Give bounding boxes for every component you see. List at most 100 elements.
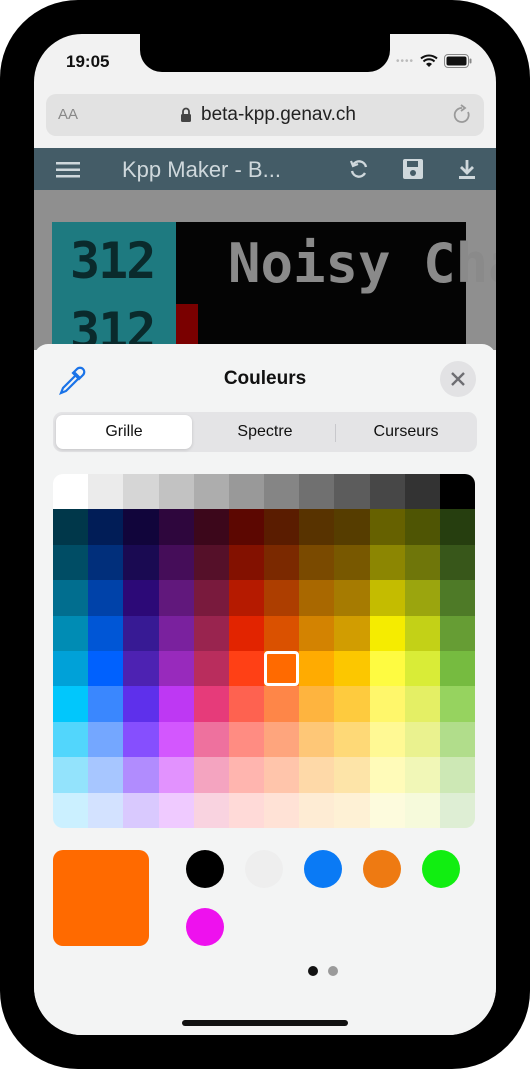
save-icon[interactable] <box>402 158 424 180</box>
color-cell[interactable] <box>439 509 475 546</box>
color-cell[interactable] <box>88 686 124 723</box>
color-cell[interactable] <box>88 651 124 687</box>
color-cell[interactable] <box>158 580 195 617</box>
color-cell[interactable] <box>193 580 230 617</box>
color-cell[interactable] <box>369 474 406 510</box>
color-cell[interactable] <box>439 474 475 510</box>
reader-aa-button[interactable]: AA <box>58 106 78 123</box>
color-cell[interactable] <box>158 651 195 687</box>
color-cell[interactable] <box>334 509 370 546</box>
color-cell[interactable] <box>299 509 335 546</box>
color-cell[interactable] <box>334 721 370 758</box>
color-cell[interactable] <box>123 544 159 581</box>
url-text[interactable]: beta-kpp.genav.ch <box>201 104 356 126</box>
color-cell[interactable] <box>123 580 159 617</box>
color-cell[interactable] <box>264 686 300 723</box>
color-cell[interactable] <box>334 544 370 581</box>
color-cell[interactable] <box>88 509 124 546</box>
tab-curseurs[interactable]: Curseurs <box>338 415 474 449</box>
color-cell[interactable] <box>404 474 441 510</box>
saved-color-swatch[interactable] <box>363 850 401 888</box>
color-cell[interactable] <box>158 757 195 794</box>
color-cell[interactable] <box>228 580 265 617</box>
color-cell[interactable] <box>334 686 370 723</box>
color-cell[interactable] <box>404 757 441 794</box>
color-cell[interactable] <box>439 651 475 687</box>
color-cell[interactable] <box>123 651 159 687</box>
color-cell[interactable] <box>369 509 406 546</box>
color-cell[interactable] <box>53 474 89 510</box>
color-cell[interactable] <box>404 509 441 546</box>
color-cell[interactable] <box>299 615 335 652</box>
color-cell[interactable] <box>264 580 300 617</box>
color-cell[interactable] <box>123 474 159 510</box>
color-cell[interactable] <box>88 721 124 758</box>
color-cell[interactable] <box>123 757 159 794</box>
color-cell[interactable] <box>369 615 406 652</box>
menu-icon[interactable] <box>56 162 80 178</box>
color-cell[interactable] <box>193 686 230 723</box>
color-cell[interactable] <box>158 615 195 652</box>
color-cell[interactable] <box>439 792 475 828</box>
color-cell[interactable] <box>228 792 265 828</box>
download-icon[interactable] <box>456 158 478 180</box>
color-cell[interactable] <box>264 615 300 652</box>
color-cell[interactable] <box>334 757 370 794</box>
saved-color-swatch[interactable] <box>186 908 224 946</box>
color-cell[interactable] <box>334 792 370 828</box>
color-cell[interactable] <box>193 509 230 546</box>
color-cell[interactable] <box>299 544 335 581</box>
color-cell[interactable] <box>228 721 265 758</box>
color-cell[interactable] <box>299 580 335 617</box>
color-cell[interactable] <box>88 615 124 652</box>
color-cell[interactable] <box>299 651 335 687</box>
color-cell[interactable] <box>53 651 89 687</box>
reload-icon[interactable] <box>452 104 472 126</box>
color-cell[interactable] <box>158 544 195 581</box>
color-cell[interactable] <box>53 615 89 652</box>
color-cell[interactable] <box>369 686 406 723</box>
color-cell[interactable] <box>334 474 370 510</box>
saved-color-swatch[interactable] <box>245 850 283 888</box>
color-cell[interactable] <box>193 757 230 794</box>
color-cell[interactable] <box>53 580 89 617</box>
color-cell[interactable] <box>123 509 159 546</box>
color-cell[interactable] <box>53 757 89 794</box>
color-cell[interactable] <box>88 474 124 510</box>
color-cell[interactable] <box>264 721 300 758</box>
color-cell[interactable] <box>439 686 475 723</box>
color-cell[interactable] <box>334 651 370 687</box>
color-cell[interactable] <box>228 474 265 510</box>
color-cell[interactable] <box>228 544 265 581</box>
color-cell[interactable] <box>264 757 300 794</box>
saved-color-swatch[interactable] <box>186 850 224 888</box>
color-cell[interactable] <box>299 757 335 794</box>
color-cell[interactable] <box>123 615 159 652</box>
color-cell[interactable] <box>228 509 265 546</box>
color-cell[interactable] <box>228 686 265 723</box>
color-cell[interactable] <box>193 792 230 828</box>
color-cell[interactable] <box>299 686 335 723</box>
color-cell[interactable] <box>123 721 159 758</box>
close-button[interactable] <box>440 361 476 397</box>
color-cell[interactable] <box>228 651 265 687</box>
color-cell[interactable] <box>158 509 195 546</box>
color-cell[interactable] <box>369 792 406 828</box>
color-cell[interactable] <box>53 792 89 828</box>
color-cell[interactable] <box>264 474 300 510</box>
color-cell[interactable] <box>158 474 195 510</box>
color-cell[interactable] <box>88 792 124 828</box>
color-cell[interactable] <box>53 509 89 546</box>
page-dot[interactable] <box>308 966 318 976</box>
sync-icon[interactable] <box>348 158 370 180</box>
color-cell[interactable] <box>193 651 230 687</box>
color-cell[interactable] <box>369 651 406 687</box>
color-cell[interactable] <box>334 580 370 617</box>
color-cell[interactable] <box>439 721 475 758</box>
color-cell[interactable] <box>158 686 195 723</box>
color-cell[interactable] <box>439 757 475 794</box>
color-cell[interactable] <box>264 509 300 546</box>
color-cell[interactable] <box>264 651 300 687</box>
color-cell[interactable] <box>228 615 265 652</box>
color-cell[interactable] <box>404 651 441 687</box>
